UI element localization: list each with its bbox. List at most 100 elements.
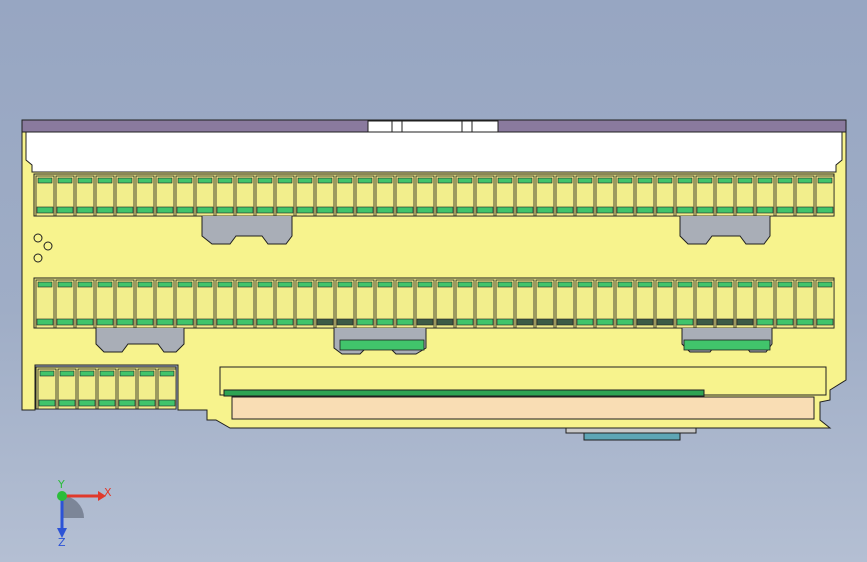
terminal-contact — [216, 318, 234, 326]
terminal-contact — [796, 206, 814, 214]
terminal-contact — [356, 206, 374, 214]
terminal-top-clip — [417, 281, 433, 288]
small-terminals — [37, 368, 177, 410]
terminal-contact — [36, 318, 54, 326]
terminal-top-clip — [377, 177, 393, 184]
terminal-contact — [138, 399, 156, 407]
terminal-contact — [656, 206, 674, 214]
terminal-contact — [596, 206, 614, 214]
terminal-top-clip — [119, 370, 135, 377]
terminal-top-clip — [397, 281, 413, 288]
cad-viewport[interactable] — [0, 0, 867, 562]
terminal-contact — [496, 318, 514, 326]
terminal-top-clip — [357, 177, 373, 184]
terminal-top-clip — [77, 177, 93, 184]
terminal-top-clip — [417, 177, 433, 184]
terminal-top-clip — [137, 281, 153, 288]
terminal-contact — [536, 206, 554, 214]
mounting-hole — [33, 233, 43, 243]
mounting-hole — [43, 241, 53, 251]
terminal-top-clip — [477, 281, 493, 288]
terminal-contact — [116, 318, 134, 326]
y-axis-label: Y — [57, 478, 65, 491]
terminal-contact — [416, 318, 434, 326]
terminal-top-clip — [657, 177, 673, 184]
label-strip — [231, 396, 815, 420]
terminal-contact — [156, 206, 174, 214]
terminal-top-clip — [597, 281, 613, 288]
terminal-contact — [56, 206, 74, 214]
terminal-contact — [76, 318, 94, 326]
terminal-contact — [636, 206, 654, 214]
terminal-top-clip — [457, 177, 473, 184]
terminal-top-clip — [697, 177, 713, 184]
terminal-top-clip — [157, 281, 173, 288]
terminal-contact — [316, 206, 334, 214]
green-clip — [339, 339, 425, 351]
terminal-top-clip — [177, 281, 193, 288]
terminal-top-clip — [557, 281, 573, 288]
mounting-hole — [33, 253, 43, 263]
terminal-contact — [36, 206, 54, 214]
terminal-contact — [38, 399, 56, 407]
terminal-top-clip — [99, 370, 115, 377]
terminal-top-clip — [497, 177, 513, 184]
terminal-contact — [336, 318, 354, 326]
orientation-triad: X Y Z — [57, 478, 112, 548]
terminal-top-clip — [677, 177, 693, 184]
terminal-contact — [476, 318, 494, 326]
terminal-contact — [136, 206, 154, 214]
terminal-top-clip — [79, 370, 95, 377]
terminal-top-clip — [197, 281, 213, 288]
terminal-top-clip — [797, 281, 813, 288]
y-axis-dot — [57, 491, 67, 501]
terminal-top-clip — [277, 177, 293, 184]
terminal-contact — [376, 318, 394, 326]
terminal-top-clip — [697, 281, 713, 288]
terminal-top-clip — [117, 177, 133, 184]
terminal-top-clip — [437, 177, 453, 184]
terminal-top-clip — [777, 281, 793, 288]
terminal-contact — [456, 206, 474, 214]
terminal-top-clip — [157, 177, 173, 184]
terminal-contact — [216, 206, 234, 214]
terminal-top-clip — [137, 177, 153, 184]
terminal-top-clip — [557, 177, 573, 184]
terminal-contact — [76, 206, 94, 214]
terminal-top-clip — [677, 281, 693, 288]
x-axis-label: X — [104, 486, 112, 499]
terminal-top-clip — [297, 177, 313, 184]
terminal-top-clip — [617, 281, 633, 288]
terminal-top-clip — [257, 177, 273, 184]
z-axis-label: Z — [58, 536, 66, 548]
terminal-contact — [296, 318, 314, 326]
terminal-top-clip — [537, 281, 553, 288]
terminal-top-clip — [97, 281, 113, 288]
terminal-contact — [316, 318, 334, 326]
pcb-strip — [223, 389, 705, 397]
terminal-contact — [576, 318, 594, 326]
terminal-top-clip — [357, 281, 373, 288]
terminal-top-clip — [577, 177, 593, 184]
terminal-top-clip — [337, 281, 353, 288]
terminal-contact — [436, 206, 454, 214]
terminal-top-clip — [597, 177, 613, 184]
terminal-contact — [556, 318, 574, 326]
terminal-contact — [616, 318, 634, 326]
terminal-contact — [98, 399, 116, 407]
terminal-top-clip — [317, 177, 333, 184]
terminal-contact — [336, 206, 354, 214]
terminal-contact — [496, 206, 514, 214]
terminal-top-clip — [517, 281, 533, 288]
terminal-top-clip — [277, 281, 293, 288]
terminal-top-clip — [317, 281, 333, 288]
terminal-contact — [736, 206, 754, 214]
terminal-contact — [596, 318, 614, 326]
terminal-contact — [96, 318, 114, 326]
terminal-contact — [256, 318, 274, 326]
terminal-top-clip — [737, 177, 753, 184]
terminal-contact — [736, 318, 754, 326]
terminal-contact — [396, 318, 414, 326]
terminal-top-clip — [617, 177, 633, 184]
terminal-contact — [516, 206, 534, 214]
